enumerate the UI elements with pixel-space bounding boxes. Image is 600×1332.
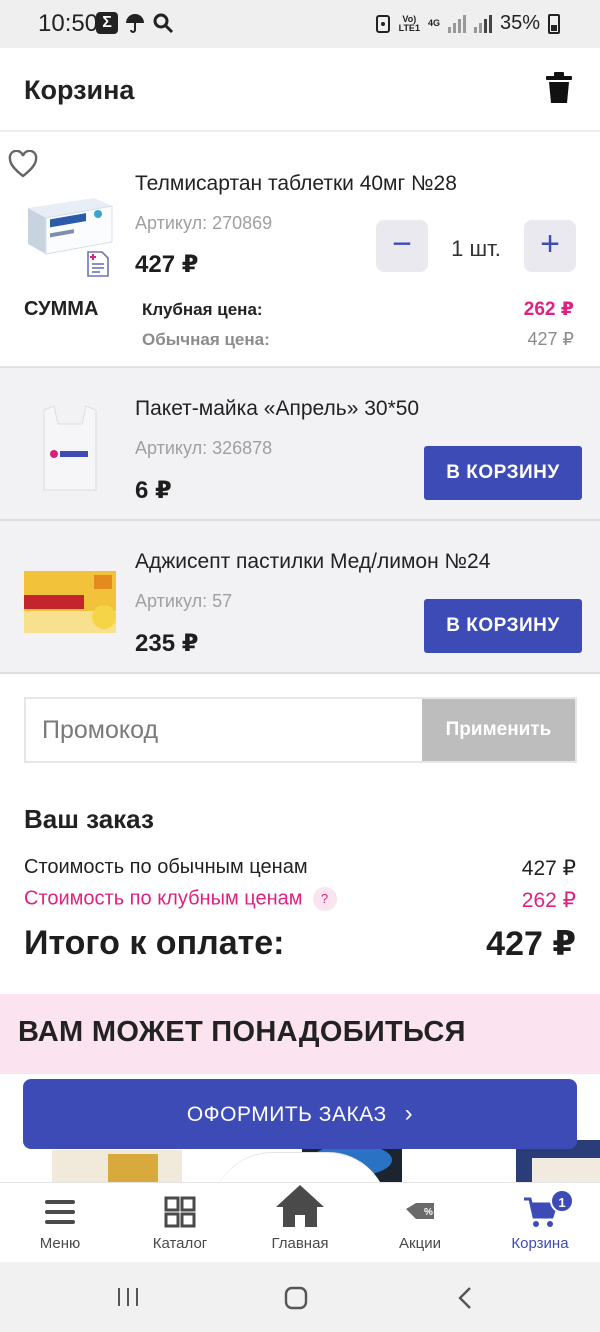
recommend-title: ВАМ МОЖЕТ ПОНАДОБИТЬСЯ bbox=[18, 1016, 466, 1048]
product-price: 427 ₽ bbox=[135, 251, 199, 278]
regular-cost-label: Стоимость по обычным ценам bbox=[24, 856, 308, 878]
nav-promo[interactable]: % Акции bbox=[360, 1183, 480, 1263]
recommend-section: ВАМ МОЖЕТ ПОНАДОБИТЬСЯ bbox=[0, 994, 600, 1074]
club-cost-row: Стоимость по клубным ценам? bbox=[24, 887, 337, 911]
nav-promo-label: Акции bbox=[399, 1235, 441, 1252]
umbrella-icon bbox=[126, 14, 144, 33]
product-price: 6 ₽ bbox=[135, 477, 172, 504]
battery-percent: 35% bbox=[499, 12, 540, 34]
product-name[interactable]: Телмисартан таблетки 40мг №28 bbox=[135, 172, 457, 196]
status-bar: 10:50 Σ Vo) LTE1 4G 35% bbox=[0, 0, 600, 48]
nav-menu-label: Меню bbox=[39, 1235, 81, 1252]
nfc-icon bbox=[375, 14, 390, 33]
bag-product-image[interactable] bbox=[40, 402, 100, 494]
suggested-item: Аджисепт пастилки Мед/лимон №24 Артикул:… bbox=[0, 521, 600, 674]
ajisept-product-image[interactable] bbox=[24, 571, 116, 633]
product-name[interactable]: Пакет-майка «Апрель» 30*50 bbox=[135, 397, 419, 421]
total-value: 427 ₽ bbox=[486, 925, 576, 963]
nav-catalog[interactable]: Каталог bbox=[120, 1183, 240, 1263]
club-cost-label: Стоимость по клубным ценам bbox=[24, 887, 303, 910]
status-system-icons: Vo) LTE1 4G 35% bbox=[375, 12, 560, 35]
status-notifications: Σ bbox=[96, 12, 174, 34]
home-icon bbox=[276, 1185, 324, 1227]
regular-price-label: Обычная цена: bbox=[142, 330, 270, 349]
checkout-label: ОФОРМИТЬ ЗАКАЗ bbox=[186, 1103, 387, 1126]
quantity-value: 1 шт. bbox=[451, 236, 501, 261]
volte-indicator: Vo) LTE1 bbox=[398, 13, 420, 33]
club-price-label: Клубная цена: bbox=[142, 300, 263, 319]
add-to-cart-button[interactable]: В КОРЗИНУ bbox=[424, 446, 582, 500]
bottom-nav: Меню Каталог Главная % Акции 1 Корзина bbox=[0, 1182, 600, 1262]
home-system-icon[interactable] bbox=[284, 1286, 308, 1310]
product-sku: Артикул: 326878 bbox=[135, 438, 273, 458]
promo-block: Применить bbox=[24, 697, 577, 763]
menu-icon bbox=[45, 1200, 75, 1224]
order-title: Ваш заказ bbox=[24, 804, 154, 834]
battery-icon bbox=[548, 13, 560, 34]
signal-2-icon bbox=[473, 14, 492, 33]
sum-label: СУММА bbox=[24, 298, 99, 320]
nav-cart[interactable]: 1 Корзина bbox=[480, 1183, 600, 1263]
page-title: Корзина bbox=[24, 75, 135, 105]
app-header: Корзина bbox=[0, 48, 600, 132]
system-nav-bar bbox=[0, 1262, 600, 1332]
product-sku: Артикул: 270869 bbox=[135, 213, 273, 233]
catalog-icon bbox=[164, 1196, 196, 1228]
cart-item: Телмисартан таблетки 40мг №28 Артикул: 2… bbox=[0, 132, 600, 368]
network-type-indicator: 4G bbox=[427, 18, 440, 28]
nav-home[interactable]: Главная bbox=[240, 1183, 360, 1263]
increase-qty-button[interactable]: + bbox=[524, 220, 576, 272]
nav-home-label: Главная bbox=[271, 1235, 329, 1252]
tag-icon: % bbox=[406, 1203, 434, 1219]
recent-apps-icon[interactable] bbox=[116, 1286, 140, 1308]
club-help-icon[interactable]: ? bbox=[312, 887, 337, 911]
status-time: 10:50 bbox=[38, 10, 99, 37]
total-label: Итого к оплате: bbox=[24, 924, 285, 962]
suggested-item: Пакет-майка «Апрель» 30*50 Артикул: 3268… bbox=[0, 368, 600, 521]
decrease-qty-button[interactable]: − bbox=[376, 220, 428, 272]
club-price-value: 262 ₽ bbox=[523, 299, 574, 320]
regular-cost-value: 427 ₽ bbox=[521, 857, 576, 880]
product-sku: Артикул: 57 bbox=[135, 591, 233, 611]
promo-code-input[interactable] bbox=[26, 699, 424, 761]
svg-text:%: % bbox=[424, 1207, 433, 1218]
back-icon[interactable] bbox=[456, 1286, 474, 1310]
sigma-app-icon: Σ bbox=[96, 12, 118, 34]
search-status-icon bbox=[153, 13, 174, 34]
cart-count-badge: 1 bbox=[550, 1189, 574, 1213]
nav-cart-label: Корзина bbox=[511, 1235, 569, 1252]
favorite-heart-icon[interactable] bbox=[8, 150, 38, 178]
apply-promo-button[interactable]: Применить bbox=[422, 699, 575, 761]
signal-icon bbox=[447, 14, 466, 33]
trash-icon[interactable] bbox=[546, 72, 572, 104]
nav-catalog-label: Каталог bbox=[152, 1235, 208, 1252]
checkout-button[interactable]: ОФОРМИТЬ ЗАКАЗ › bbox=[23, 1079, 577, 1149]
club-cost-value: 262 ₽ bbox=[521, 889, 576, 912]
chevron-right-icon: › bbox=[404, 1100, 414, 1127]
nav-menu[interactable]: Меню bbox=[0, 1183, 120, 1263]
regular-price-value: 427 ₽ bbox=[527, 329, 575, 349]
product-price: 235 ₽ bbox=[135, 630, 199, 657]
add-to-cart-button[interactable]: В КОРЗИНУ bbox=[424, 599, 582, 653]
prescription-doc-icon[interactable] bbox=[86, 250, 110, 278]
product-name[interactable]: Аджисепт пастилки Мед/лимон №24 bbox=[135, 550, 490, 574]
